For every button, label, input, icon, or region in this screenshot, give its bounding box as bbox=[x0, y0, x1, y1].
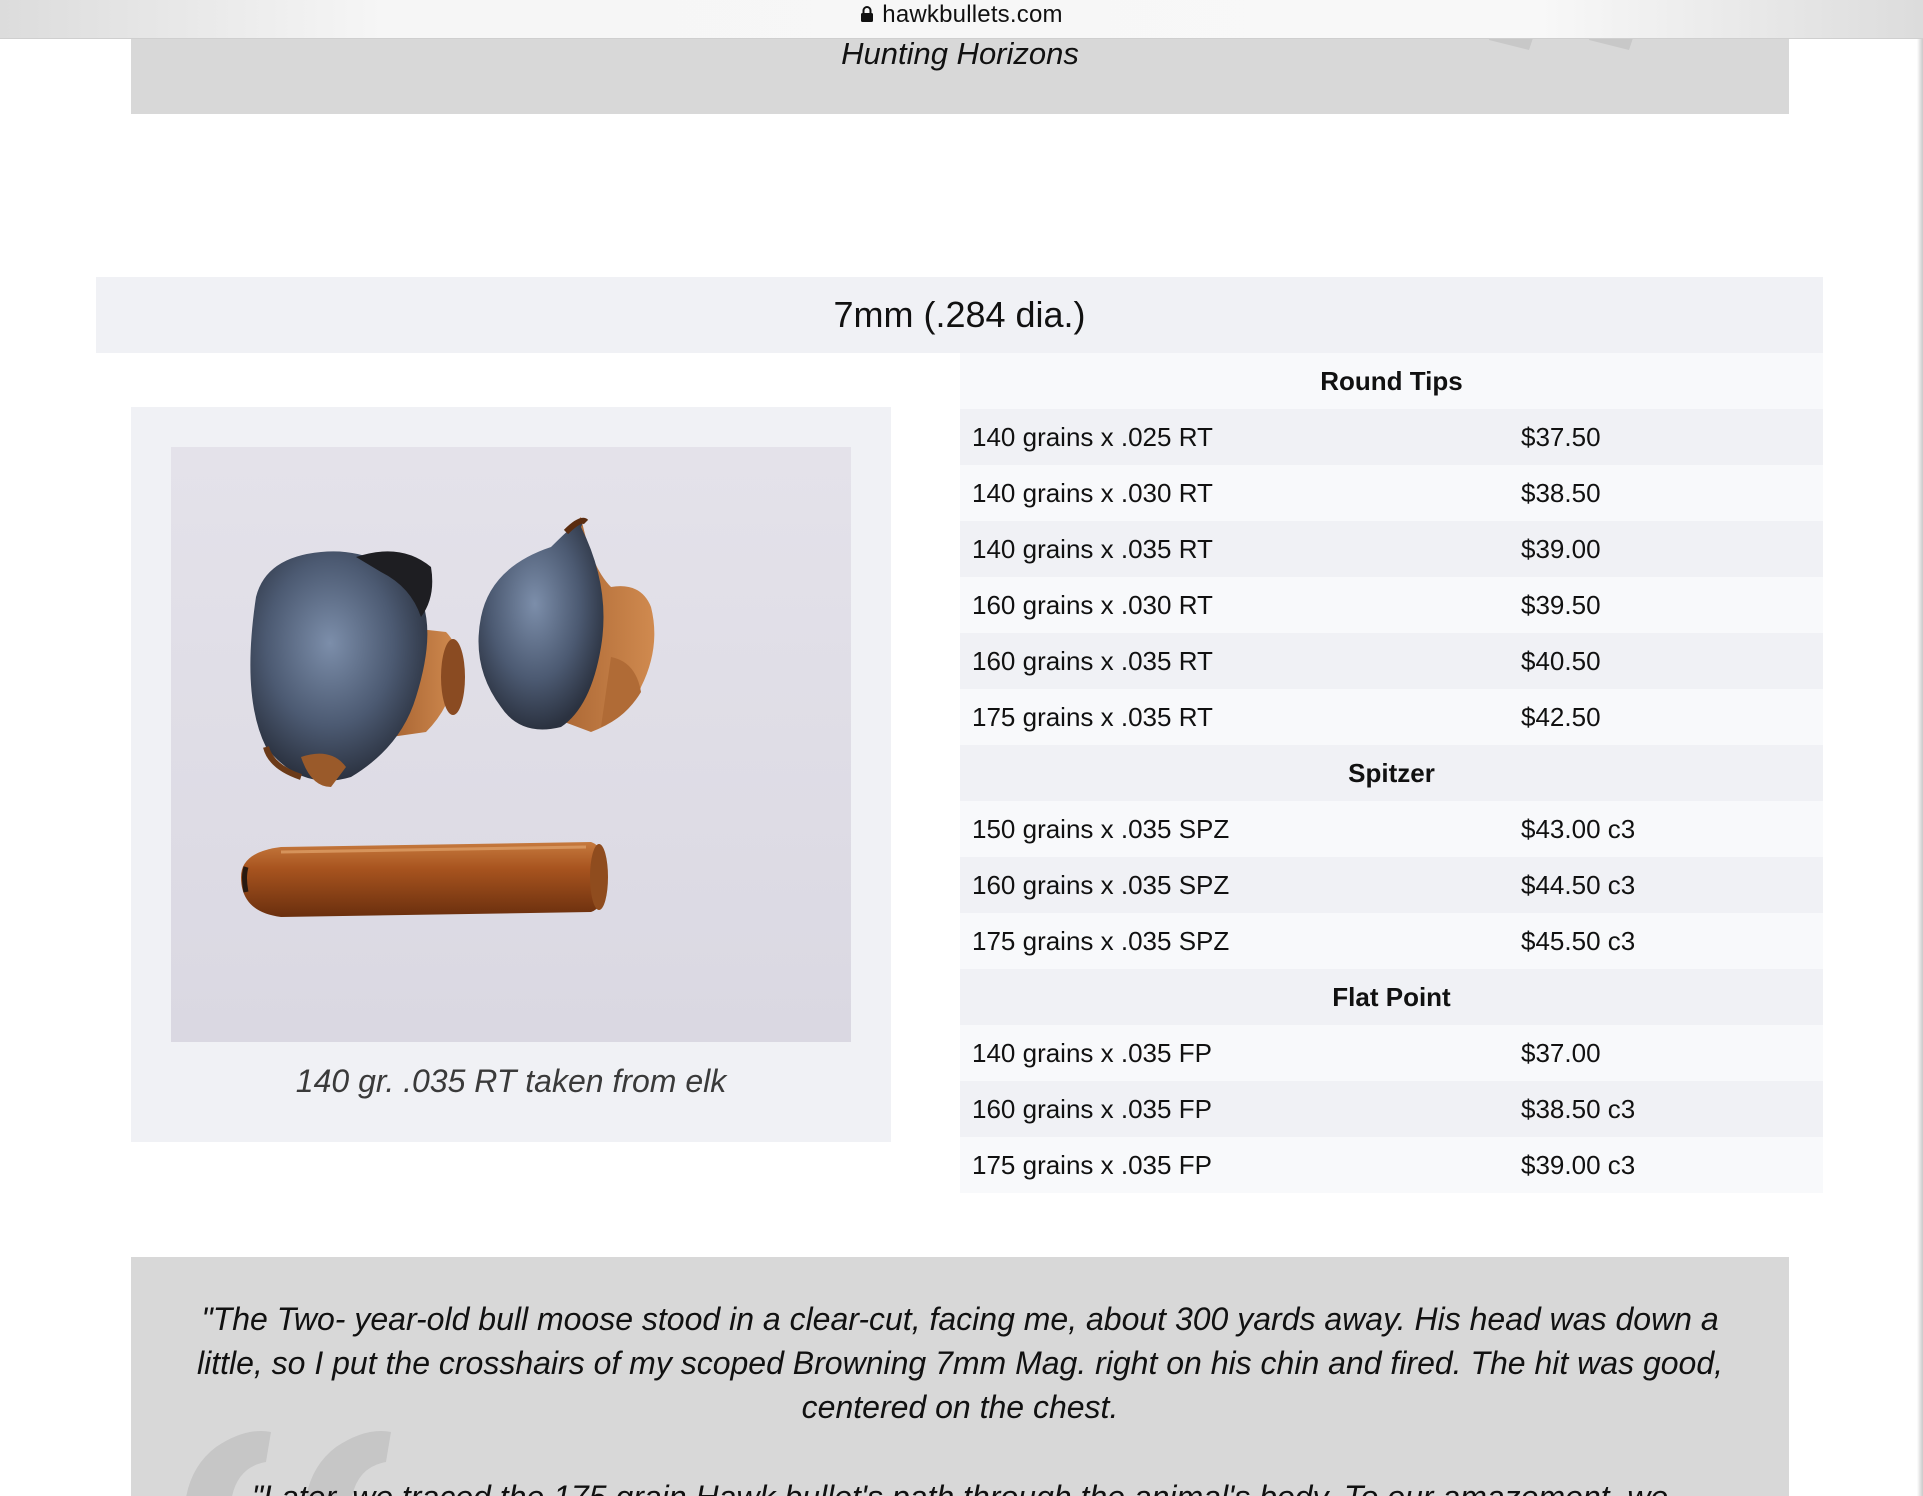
table-row: 140 grains x .030 RT $38.50 bbox=[960, 465, 1823, 521]
product-description: 140 grains x .025 RT bbox=[972, 421, 1213, 452]
product-description: 175 grains x .035 SPZ bbox=[972, 925, 1230, 956]
product-price: $38.50 c3 bbox=[1521, 1093, 1636, 1124]
product-price: $38.50 bbox=[1521, 477, 1601, 508]
product-price: $45.50 c3 bbox=[1521, 925, 1636, 956]
banner-title: Hunting Horizons bbox=[841, 36, 1079, 71]
caliber-heading: 7mm (.284 dia.) bbox=[96, 277, 1823, 353]
section-header-spitzer: Spitzer bbox=[960, 745, 1823, 801]
section-header-round-tips: Round Tips bbox=[960, 353, 1823, 409]
table-row: 140 grains x .025 RT $37.50 bbox=[960, 409, 1823, 465]
product-description: 175 grains x .035 FP bbox=[972, 1149, 1212, 1180]
product-description: 160 grains x .035 SPZ bbox=[972, 869, 1230, 900]
url-field[interactable]: hawkbullets.com bbox=[0, 0, 1923, 30]
product-price: $43.00 c3 bbox=[1521, 813, 1636, 844]
lock-icon bbox=[860, 5, 874, 23]
table-row: 150 grains x .035 SPZ $43.00 c3 bbox=[960, 801, 1823, 857]
product-price: $37.00 bbox=[1521, 1037, 1601, 1068]
testimonial-paragraph: "The Two- year-old bull moose stood in a… bbox=[196, 1301, 1724, 1425]
table-row: 160 grains x .035 SPZ $44.50 c3 bbox=[960, 857, 1823, 913]
table-row: 160 grains x .035 FP $38.50 c3 bbox=[960, 1081, 1823, 1137]
product-description: 140 grains x .035 RT bbox=[972, 533, 1213, 564]
section-header-flat-point: Flat Point bbox=[960, 969, 1823, 1025]
product-price: $44.50 c3 bbox=[1521, 869, 1636, 900]
page-edge-shadow bbox=[1917, 38, 1923, 1496]
table-row: 140 grains x .035 RT $39.00 bbox=[960, 521, 1823, 577]
product-price: $40.50 bbox=[1521, 645, 1601, 676]
price-table: Round Tips 140 grains x .025 RT $37.50 1… bbox=[960, 353, 1823, 1193]
product-price: $39.50 bbox=[1521, 589, 1601, 620]
table-row: 160 grains x .030 RT $39.50 bbox=[960, 577, 1823, 633]
table-row: 175 grains x .035 SPZ $45.50 c3 bbox=[960, 913, 1823, 969]
table-row: 175 grains x .035 FP $39.00 c3 bbox=[960, 1137, 1823, 1193]
product-description: 160 grains x .030 RT bbox=[972, 589, 1213, 620]
product-description: 175 grains x .035 RT bbox=[972, 701, 1213, 732]
testimonial-paragraph: "Later, we traced the 175 grain Hawk bul… bbox=[191, 1475, 1729, 1496]
product-price: $37.50 bbox=[1521, 421, 1601, 452]
top-banner: Hunting Horizons bbox=[131, 30, 1789, 114]
recovered-bullets-photo bbox=[171, 447, 851, 1042]
product-price: $39.00 bbox=[1521, 533, 1601, 564]
bullet-photo-card: 140 gr. .035 RT taken from elk bbox=[131, 407, 891, 1142]
product-description: 140 grains x .030 RT bbox=[972, 477, 1213, 508]
product-description: 140 grains x .035 FP bbox=[972, 1037, 1212, 1068]
table-row: 175 grains x .035 RT $42.50 bbox=[960, 689, 1823, 745]
browser-url-bar[interactable]: hawkbullets.com bbox=[0, 0, 1923, 39]
url-text: hawkbullets.com bbox=[882, 1, 1063, 28]
table-row: 160 grains x .035 RT $40.50 bbox=[960, 633, 1823, 689]
testimonial-block: "The Two- year-old bull moose stood in a… bbox=[131, 1257, 1789, 1496]
photo-caption: 140 gr. .035 RT taken from elk bbox=[295, 1063, 727, 1099]
product-price: $42.50 bbox=[1521, 701, 1601, 732]
table-row: 140 grains x .035 FP $37.00 bbox=[960, 1025, 1823, 1081]
product-description: 160 grains x .035 FP bbox=[972, 1093, 1212, 1124]
product-description: 150 grains x .035 SPZ bbox=[972, 813, 1230, 844]
product-description: 160 grains x .035 RT bbox=[972, 645, 1213, 676]
product-price: $39.00 c3 bbox=[1521, 1149, 1636, 1180]
